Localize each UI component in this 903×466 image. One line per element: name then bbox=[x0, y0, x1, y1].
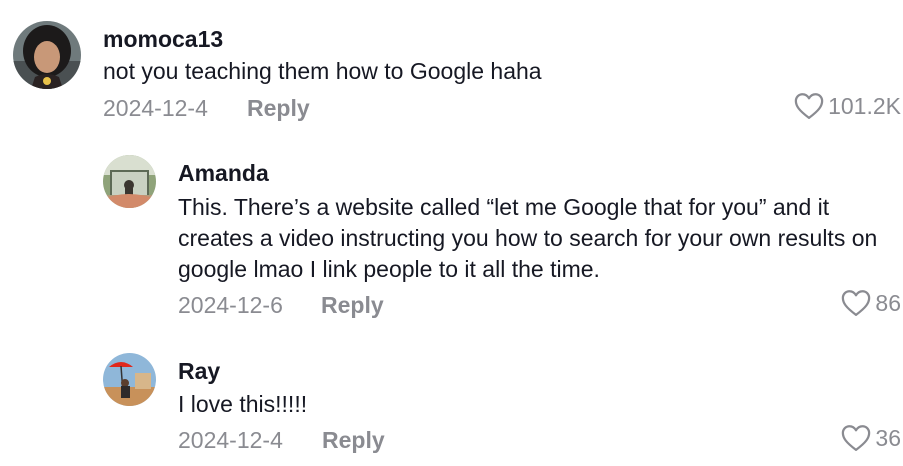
comment-date: 2024-12-4 bbox=[178, 427, 283, 453]
reply-button[interactable]: Reply bbox=[322, 427, 385, 454]
like-count: 36 bbox=[875, 424, 901, 451]
avatar[interactable] bbox=[103, 353, 156, 406]
comment-text: I love this!!!!! bbox=[178, 391, 308, 417]
reply-comment-item: Ray I love this!!!!! 2024-12-4 Reply 36 bbox=[0, 0, 903, 466]
heart-outline-icon bbox=[841, 424, 871, 452]
comment-username[interactable]: Ray bbox=[178, 358, 220, 385]
like-button[interactable]: 36 bbox=[841, 424, 901, 452]
